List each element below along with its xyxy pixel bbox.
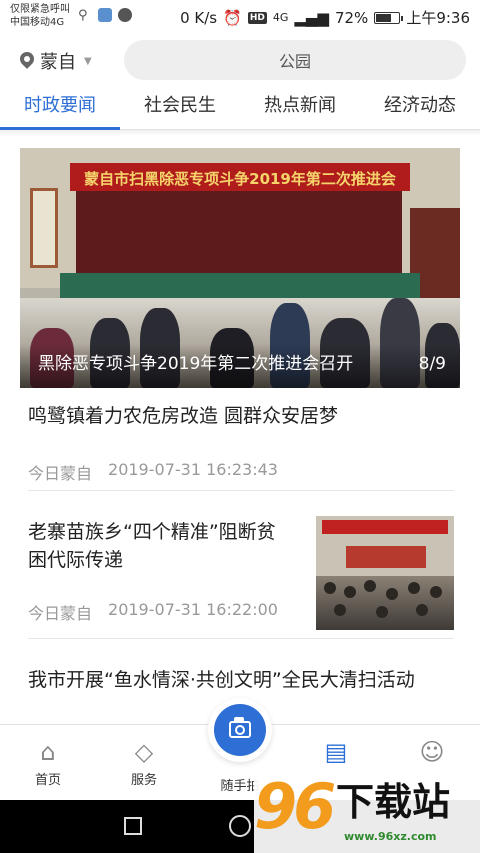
banner-photo-window [30,188,58,268]
network-speed: 0 K/s [180,8,218,27]
watermark-logo: 96 下载站 www.96xz.com [254,768,480,853]
news-thumbnail-2[interactable] [316,516,454,630]
news-title-2-line1: 老寨苗族乡“四个精准”阻断贫 [28,521,276,543]
news-title-2-line2: 困代际传递 [28,549,124,571]
nav-home-label: 首页 [34,773,61,788]
watermark-text: 下载站 [336,780,451,824]
home-button[interactable] [229,815,251,837]
dropdown-caret-icon: ▼ [84,55,92,67]
service-icon: ◇ [134,738,154,766]
banner-carousel[interactable]: 蒙自市扫黑除恶专项斗争2019年第二次推进会 黑除恶专项斗争2019年第二次推进… [20,148,460,388]
tab-livelihood[interactable]: 社会民生 [120,86,240,129]
nav-home[interactable]: ⌂ 首页 [0,737,96,788]
battery-fill [376,13,392,22]
signal-icon: 4G [272,11,289,24]
thumb-head [364,580,376,592]
thumb-head [430,586,442,598]
message-icon [118,8,132,22]
camera-button[interactable] [214,704,266,756]
news-divider [28,490,454,491]
tab-politics[interactable]: 时政要闻 [0,86,120,130]
nav-profile[interactable]: ☺ [384,737,480,769]
thumb-head [408,582,420,594]
app-header: 蒙自 ▼ 公园 [0,38,480,82]
news-meta-2: 今日蒙自 2019-07-31 16:22:00 [28,600,278,624]
nav-service-label: 服务 [130,773,157,788]
watermark-url: www.96xz.com [344,830,437,843]
usb-icon: ⚲ [78,8,88,23]
camera-lens-icon [235,725,245,735]
thumb-head [334,604,346,616]
document-icon: ▤ [324,738,348,766]
watermark-number: 96 [254,770,336,843]
news-meta-1: 今日蒙自 2019-07-31 16:23:43 [28,460,278,484]
status-bar: 仅限紧急呼叫 中国移动4G ⚲ 0 K/s ⏰ HD 4G ▂▄▆ 72% 上午… [0,0,480,36]
thumb-head [376,606,388,618]
location-pin-icon [20,52,34,70]
nav-service[interactable]: ◇ 服务 [96,737,192,788]
app-notification-icon [98,8,112,22]
emergency-only-text: 仅限紧急呼叫 [10,4,70,15]
carrier-info: 仅限紧急呼叫 中国移动4G [10,3,70,29]
tab-economy[interactable]: 经济动态 [360,86,480,129]
news-title-3[interactable]: 我市开展“鱼水情深·共创文明”全民大清扫活动 [28,666,415,694]
tab-shadow [0,130,480,136]
nav-documents[interactable]: ▤ [288,737,384,769]
banner-page-counter: 8/9 [418,354,446,374]
banner-caption: 黑除恶专项斗争2019年第二次推进会召开 [38,354,354,374]
news-source: 今日蒙自 [28,604,93,623]
location-selector[interactable]: 蒙自 ▼ [20,48,92,74]
battery-icon [374,11,404,24]
news-time: 2019-07-31 16:22:00 [108,600,278,619]
alarm-icon: ⏰ [223,8,242,27]
thumb-banner [322,520,448,534]
recent-apps-button[interactable] [124,817,142,835]
signal-bars-icon: ▂▄▆ [294,8,329,27]
meeting-banner-text: 蒙自市扫黑除恶专项斗争2019年第二次推进会 [84,170,396,188]
news-title-2[interactable]: 老寨苗族乡“四个精准”阻断贫 困代际传递 [28,518,276,574]
clock: 上午9:36 [406,9,470,27]
hd-icon: HD [247,11,267,24]
search-placeholder: 公园 [278,52,311,71]
news-divider [28,638,454,639]
thumb-stage [346,546,426,568]
carrier-text: 中国移动4G [10,17,65,28]
thumb-head [344,586,356,598]
user-icon: ☺ [419,738,445,766]
search-bar[interactable]: 公园 [124,40,466,80]
category-tabs: 时政要闻 社会民生 热点新闻 经济动态 [0,86,480,130]
location-name: 蒙自 [40,52,76,73]
thumb-head [416,604,428,616]
thumb-head [386,588,398,600]
thumb-head [324,582,336,594]
status-right: 0 K/s ⏰ HD 4G ▂▄▆ 72% 上午9:36 [180,7,470,28]
battery-percent: 72% [334,8,369,27]
news-time: 2019-07-31 16:23:43 [108,460,278,479]
home-icon: ⌂ [40,738,56,766]
tab-hot-news[interactable]: 热点新闻 [240,86,360,129]
notification-icons: ⚲ [78,8,132,23]
thumb-crowd [316,576,454,630]
news-title-1[interactable]: 鸣鹭镇着力农危房改造 圆群众安居梦 [28,402,338,430]
news-source: 今日蒙自 [28,464,93,483]
